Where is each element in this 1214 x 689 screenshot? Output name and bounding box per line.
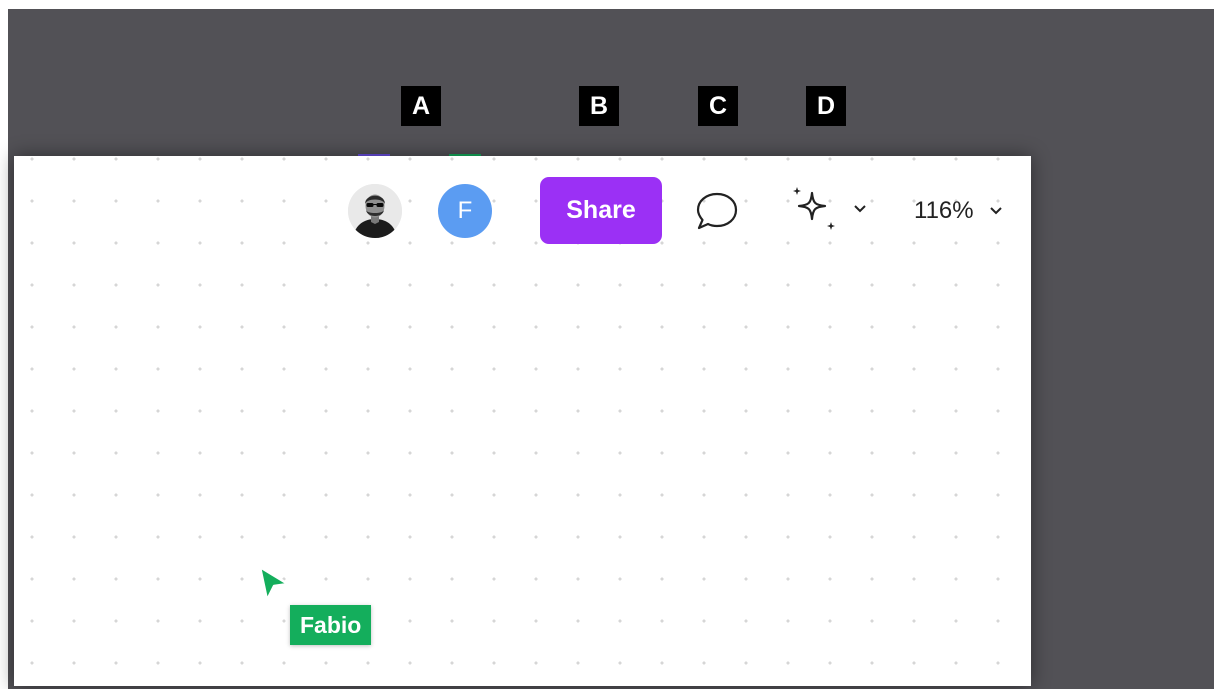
- screenshot: A B C D F Share 116% Fabio: [0, 0, 1214, 689]
- callout-b: B: [579, 86, 619, 126]
- zoom-dropdown[interactable]: 116%: [914, 194, 1010, 228]
- share-button[interactable]: Share: [540, 177, 662, 244]
- person-photo-icon: [348, 184, 402, 238]
- callout-c: C: [698, 86, 738, 126]
- ai-assistant-button[interactable]: [786, 184, 872, 236]
- comment-button[interactable]: [694, 190, 740, 234]
- collaborator-cursor-name: Fabio: [290, 605, 372, 645]
- chevron-down-icon: [854, 205, 866, 213]
- callout-a: A: [401, 86, 441, 126]
- user-avatar-photo[interactable]: [348, 184, 402, 238]
- callout-d: D: [806, 86, 846, 126]
- chevron-down-icon: [990, 207, 1002, 215]
- collaborator-cursor-icon: [258, 565, 290, 602]
- zoom-level: 116%: [914, 197, 974, 224]
- canvas[interactable]: F Share 116% Fabio: [14, 156, 1031, 686]
- user-avatar-fabio[interactable]: F: [438, 184, 492, 238]
- speech-bubble-icon: [696, 192, 738, 230]
